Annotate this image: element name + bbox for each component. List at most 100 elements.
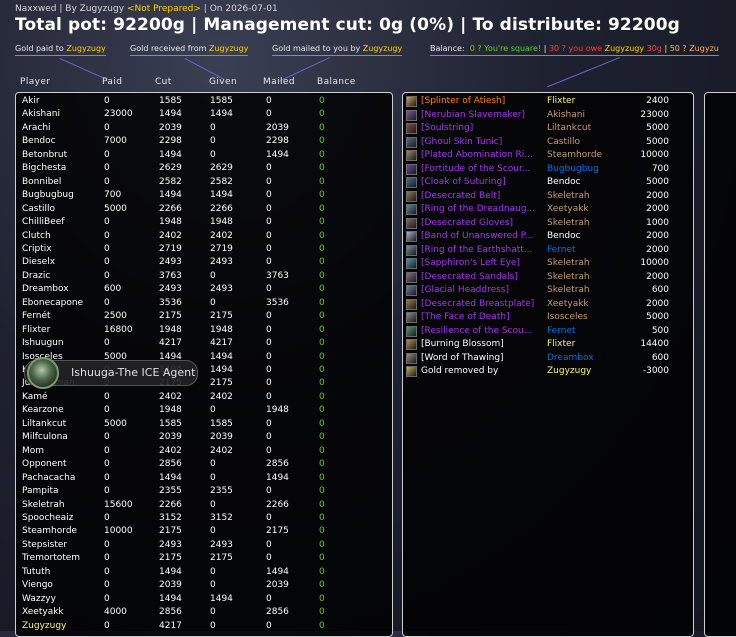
col-header-player[interactable]: Player bbox=[20, 77, 50, 87]
player-row[interactable]: Bonnibel 0 2582 2582 0 0 bbox=[16, 177, 392, 190]
item-name[interactable]: [Desecrated Gloves] bbox=[421, 218, 543, 228]
item-name[interactable]: [Desecrated Sandals] bbox=[421, 272, 543, 282]
loot-row[interactable]: [Splinter of Atiesh] Flixter 2400 bbox=[403, 96, 693, 110]
loot-row[interactable]: [Word of Thawing] Dreambox 600 bbox=[403, 352, 693, 367]
player-row[interactable]: Tututh 0 1494 0 1494 0 bbox=[16, 567, 392, 580]
player-row[interactable]: ChilliBeef 0 1948 1948 0 0 bbox=[16, 217, 392, 230]
player-row[interactable]: Mom 0 2402 2402 0 0 bbox=[16, 446, 392, 459]
loot-row[interactable]: [Desecrated Sandals] Skeletrah 2000 bbox=[403, 271, 693, 286]
player-row[interactable]: Dieselx 0 2493 2493 0 0 bbox=[16, 257, 392, 270]
loot-row[interactable]: [Band of Unanswered P... Bendoc 2000 bbox=[403, 231, 693, 245]
loot-row[interactable]: [Sapphiron's Left Eye] Skeletrah 10000 bbox=[403, 258, 693, 272]
player-row[interactable]: Clutch 0 2402 2402 0 0 bbox=[16, 231, 392, 244]
player-row[interactable]: Dreambox 600 2493 2493 0 0 bbox=[16, 284, 392, 297]
player-row[interactable]: Kamé 0 2402 2402 0 0 bbox=[16, 392, 392, 405]
item-name[interactable]: [Cloak of Suturing] bbox=[421, 177, 543, 187]
balance-value: 0 bbox=[319, 270, 325, 281]
col-header-cut[interactable]: Cut bbox=[155, 77, 172, 87]
player-row[interactable]: Ebonecapone 0 3536 0 3536 0 bbox=[16, 298, 392, 311]
item-name[interactable]: [Ring of the Earthshatt... bbox=[421, 245, 543, 255]
item-name[interactable]: [Sapphiron's Left Eye] bbox=[421, 258, 543, 268]
loot-row[interactable]: [Ring of the Dreadnaug... Xeetyakk 2000 bbox=[403, 204, 693, 218]
item-name[interactable]: [Splinter of Atiesh] bbox=[421, 96, 543, 106]
loot-row[interactable]: Gold removed by Zugyzugy -3000 bbox=[403, 366, 693, 380]
player-row[interactable]: Betonbrut 0 1494 0 1494 0 bbox=[16, 150, 392, 163]
player-row[interactable]: Fernét 2500 2175 2175 0 0 bbox=[16, 311, 392, 324]
player-row[interactable]: Akishani 23000 1494 1494 0 0 bbox=[16, 109, 392, 122]
player-row[interactable]: Flixter 16800 1948 1948 0 0 bbox=[16, 325, 392, 338]
cut-value: 1948 bbox=[159, 405, 182, 416]
col-header-mailed[interactable]: Mailed bbox=[263, 77, 295, 87]
col-header-given[interactable]: Given bbox=[209, 77, 237, 87]
player-row[interactable]: Stepsister 0 2493 2493 0 0 bbox=[16, 540, 392, 553]
loot-row[interactable]: [Fortitude of the Scour... Bugbugbug 700 bbox=[403, 163, 693, 178]
player-row[interactable]: Criptix 0 2719 2719 0 0 bbox=[16, 244, 392, 257]
player-row[interactable]: Steamhorde 10000 2175 0 2175 0 bbox=[16, 526, 392, 539]
winner-name: Akishani bbox=[547, 109, 585, 120]
item-name[interactable]: [The Face of Death] bbox=[421, 312, 543, 322]
loot-row[interactable]: [The Face of Death] Isosceles 5000 bbox=[403, 312, 693, 326]
player-row[interactable]: Zugyzugy 0 4217 0 0 0 bbox=[16, 621, 392, 634]
item-name[interactable]: [Word of Thawing] bbox=[421, 353, 543, 363]
col-header-balance[interactable]: Balance bbox=[317, 77, 356, 87]
balance-value: 0 bbox=[319, 418, 325, 429]
player-row[interactable]: Skeletrah 15600 2266 0 2266 0 bbox=[16, 500, 392, 513]
player-row[interactable]: Tremortotem 0 2175 2175 0 0 bbox=[16, 553, 392, 566]
player-row[interactable]: Bigchesta 0 2629 2629 0 0 bbox=[16, 163, 392, 176]
player-row[interactable]: Wazzyy 0 1494 1494 0 0 bbox=[16, 594, 392, 607]
given-value: 0 bbox=[210, 580, 216, 591]
balance-value: 0 bbox=[319, 311, 325, 322]
loot-row[interactable]: [Desecrated Breastplate] Xeetyakk 2000 bbox=[403, 298, 693, 313]
item-name[interactable]: [Ring of the Dreadnaug... bbox=[421, 204, 543, 214]
legend-balance: Balance: 0 ? You're square! | 30 ? you o… bbox=[430, 44, 719, 56]
item-name[interactable]: [Burning Blossom] bbox=[421, 339, 543, 349]
item-name[interactable]: [Plated Abomination Ri... bbox=[421, 150, 543, 160]
player-row[interactable]: Viengo 0 2039 0 2039 0 bbox=[16, 580, 392, 593]
item-name[interactable]: [Fortitude of the Scour... bbox=[421, 164, 543, 174]
player-row[interactable]: Arachi 0 2039 0 2039 0 bbox=[16, 123, 392, 136]
item-name[interactable]: [Band of Unanswered P... bbox=[421, 231, 543, 241]
player-row[interactable]: Spoocheaiz 0 3152 3152 0 0 bbox=[16, 513, 392, 526]
loot-row[interactable]: [Plated Abomination Ri... Steamhorde 10000 bbox=[403, 150, 693, 164]
item-name[interactable]: [Desecrated Breastplate] bbox=[421, 299, 543, 309]
col-header-paid[interactable]: Paid bbox=[102, 77, 122, 87]
loot-row[interactable]: [Nerubian Slavemaker] Akishani 23000 bbox=[403, 109, 693, 124]
item-name[interactable]: [Resilience of the Scou... bbox=[421, 326, 543, 336]
winner-name: Xeetyakk bbox=[547, 298, 589, 309]
item-name[interactable]: Gold removed by bbox=[421, 366, 543, 376]
loot-row[interactable]: [Soulstring] Liltankcut 5000 bbox=[403, 123, 693, 137]
player-row[interactable]: Liltankcut 5000 1585 1585 0 0 bbox=[16, 419, 392, 432]
loot-row[interactable]: [Glacial Headdress] Skeletrah 600 bbox=[403, 285, 693, 299]
item-name[interactable]: [Ghoul Skin Tunic] bbox=[421, 137, 543, 147]
loot-row[interactable]: [Desecrated Belt] Skeletrah 2000 bbox=[403, 190, 693, 205]
player-row[interactable]: Akir 0 1585 1585 0 0 bbox=[16, 96, 392, 109]
player-row[interactable]: Opponent 0 2856 0 2856 0 bbox=[16, 459, 392, 472]
loot-row[interactable]: [Ring of the Earthshatt... Fernet 2000 bbox=[403, 244, 693, 259]
player-row[interactable]: Xeetyakk 4000 2856 0 2856 0 bbox=[16, 607, 392, 620]
item-name[interactable]: [Glacial Headdress] bbox=[421, 285, 543, 295]
player-row[interactable]: Ishuugun 0 4217 4217 0 0 bbox=[16, 338, 392, 351]
loot-row[interactable]: [Resilience of the Scou... Fernet 500 bbox=[403, 325, 693, 340]
loot-row[interactable]: [Ghoul Skin Tunic] Castillo 5000 bbox=[403, 136, 693, 151]
item-name[interactable]: [Nerubian Slavemaker] bbox=[421, 110, 543, 120]
player-row[interactable]: Pampita 0 2355 2355 0 0 bbox=[16, 486, 392, 499]
loot-row[interactable]: [Burning Blossom] Flixter 14400 bbox=[403, 339, 693, 353]
player-row[interactable]: Pachacacha 0 1494 0 1494 0 bbox=[16, 473, 392, 486]
paid-value: 5000 bbox=[104, 418, 127, 429]
player-row[interactable]: Kearzone 0 1948 0 1948 0 bbox=[16, 405, 392, 418]
player-row[interactable]: Bugbugbug 700 1494 1494 0 0 bbox=[16, 190, 392, 203]
item-name[interactable]: [Soulstring] bbox=[421, 123, 543, 133]
cut-value: 2493 bbox=[159, 284, 182, 295]
balance-value: 0 bbox=[319, 566, 325, 577]
player-row[interactable]: Drazic 0 3763 0 3763 0 bbox=[16, 271, 392, 284]
player-row[interactable]: Bendoc 7000 2298 0 2298 0 bbox=[16, 136, 392, 149]
loot-row[interactable]: [Cloak of Suturing] Bendoc 5000 bbox=[403, 177, 693, 191]
price-value: 23000 bbox=[640, 109, 669, 120]
mailed-value: 1494 bbox=[266, 566, 289, 577]
loot-row[interactable]: [Desecrated Gloves] Skeletrah 1000 bbox=[403, 217, 693, 232]
player-row[interactable]: Milfculona 0 2039 2039 0 0 bbox=[16, 432, 392, 445]
item-name[interactable]: [Desecrated Belt] bbox=[421, 191, 543, 201]
player-name: Drazic bbox=[22, 270, 51, 281]
given-value: 0 bbox=[210, 566, 216, 577]
player-row[interactable]: Castillo 5000 2266 2266 0 0 bbox=[16, 204, 392, 217]
